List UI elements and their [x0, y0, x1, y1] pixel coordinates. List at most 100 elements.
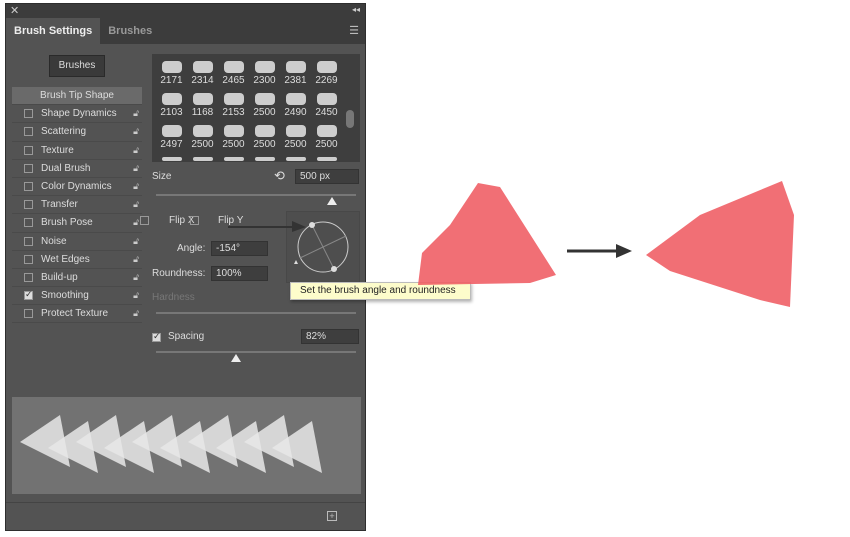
brush-preset[interactable]: 2450: [311, 89, 342, 120]
item-checkbox[interactable]: [24, 289, 33, 301]
brush-size: 2490: [284, 107, 307, 118]
lock-icon[interactable]: 🔓︎: [133, 199, 139, 210]
brush-preset[interactable]: 2500: [311, 121, 342, 152]
brush-preset[interactable]: 2500: [249, 89, 280, 120]
reset-size-icon[interactable]: ⟲: [274, 168, 285, 184]
settings-item[interactable]: Texture 🔓︎: [12, 142, 142, 160]
settings-item[interactable]: Brush Pose 🔓︎: [12, 214, 142, 233]
item-checkbox[interactable]: [24, 127, 33, 137]
settings-item[interactable]: Protect Texture 🔓︎: [12, 305, 142, 324]
lock-icon[interactable]: 🔓︎: [133, 272, 139, 283]
collapse-icon[interactable]: ◂◂: [352, 5, 360, 14]
brush-size: 2500: [315, 139, 338, 150]
brush-size: 2500: [222, 139, 245, 150]
item-label: Texture: [41, 144, 74, 156]
brush-size: 1168: [191, 107, 214, 118]
brush-preset[interactable]: 2171: [156, 57, 187, 88]
brush-preset[interactable]: 2500: [218, 121, 249, 152]
settings-item[interactable]: Color Dynamics 🔓︎: [12, 178, 142, 197]
flip-y-checkbox[interactable]: [190, 216, 199, 225]
item-checkbox[interactable]: [24, 145, 33, 155]
brush-preset[interactable]: 2500: [249, 121, 280, 152]
brush-preset[interactable]: 2490: [280, 89, 311, 120]
brush-preset[interactable]: [187, 153, 218, 162]
comparison-arrow: [567, 244, 632, 258]
item-label: Smoothing: [41, 290, 89, 302]
panel-footer: +: [6, 502, 365, 530]
brush-size: 2300: [253, 75, 276, 86]
settings-item[interactable]: Shape Dynamics 🔓︎: [12, 105, 142, 124]
item-checkbox[interactable]: [24, 182, 33, 192]
spacing-input[interactable]: 82%: [301, 329, 359, 344]
lock-icon[interactable]: 🔓︎: [133, 108, 139, 119]
brush-size: 2171: [160, 75, 183, 86]
brush-preset[interactable]: 2381: [280, 57, 311, 88]
brush-preset[interactable]: 2314: [187, 57, 218, 88]
brush-thumbnail: [192, 61, 213, 73]
brush-preset[interactable]: 1168: [187, 89, 218, 120]
lock-icon[interactable]: 🔓︎: [133, 181, 139, 192]
settings-item[interactable]: Smoothing 🔓︎: [12, 287, 142, 306]
spacing-slider-thumb[interactable]: [231, 354, 241, 362]
tab-brush-settings[interactable]: Brush Settings: [6, 18, 101, 44]
tab-brushes[interactable]: Brushes: [100, 18, 160, 44]
lock-icon[interactable]: 🔓︎: [133, 126, 139, 137]
panel-menu-icon[interactable]: ☰: [349, 24, 359, 37]
item-checkbox[interactable]: [24, 109, 33, 119]
item-label: Scattering: [41, 126, 87, 138]
brush-preset[interactable]: [311, 153, 342, 162]
brush-preset[interactable]: 2269: [311, 57, 342, 88]
item-checkbox[interactable]: [24, 254, 33, 264]
settings-item[interactable]: Dual Brush 🔓︎: [12, 160, 142, 178]
grid-scrollbar[interactable]: [346, 110, 354, 128]
hardness-slider: [156, 312, 356, 314]
item-checkbox[interactable]: [24, 272, 33, 282]
settings-item[interactable]: Transfer 🔓︎: [12, 196, 142, 215]
lock-icon[interactable]: 🔓︎: [133, 290, 139, 301]
item-checkbox[interactable]: [24, 218, 33, 228]
brush-preset[interactable]: [249, 153, 280, 162]
close-icon[interactable]: ✕: [10, 4, 19, 17]
brush-preset[interactable]: 2497: [156, 121, 187, 152]
size-slider[interactable]: [156, 194, 356, 196]
brush-preset[interactable]: [218, 153, 249, 162]
settings-item[interactable]: Build-up 🔓︎: [12, 269, 142, 288]
item-label: Noise: [41, 235, 67, 247]
item-label: Color Dynamics: [41, 181, 112, 193]
brush-size: 2269: [315, 75, 338, 86]
spacing-slider[interactable]: [156, 351, 356, 353]
size-input[interactable]: 500 px: [295, 169, 359, 184]
brush-preset[interactable]: 2465: [218, 57, 249, 88]
brushes-button[interactable]: Brushes: [49, 55, 105, 77]
spacing-checkbox[interactable]: [152, 331, 161, 342]
settings-item[interactable]: Scattering 🔓︎: [12, 123, 142, 142]
size-slider-thumb[interactable]: [327, 197, 337, 205]
lock-icon[interactable]: 🔓︎: [133, 145, 139, 156]
angle-label: Angle:: [177, 243, 206, 254]
lock-icon[interactable]: 🔓︎: [133, 254, 139, 265]
item-checkbox[interactable]: [24, 309, 33, 319]
brush-preset[interactable]: [156, 153, 187, 162]
brush-preset[interactable]: 2500: [280, 121, 311, 152]
brush-preset[interactable]: [280, 153, 311, 162]
brush-preset[interactable]: 2500: [187, 121, 218, 152]
angle-input[interactable]: -154°: [211, 241, 268, 256]
lock-icon[interactable]: 🔓︎: [133, 236, 139, 247]
settings-item[interactable]: Wet Edges 🔓︎: [12, 251, 142, 269]
item-checkbox[interactable]: [24, 236, 33, 246]
stroke-preview: [12, 397, 361, 494]
item-checkbox[interactable]: [24, 163, 33, 173]
brush-preset[interactable]: 2300: [249, 57, 280, 88]
lock-icon[interactable]: 🔓︎: [133, 163, 139, 174]
brush-preset[interactable]: 2153: [218, 89, 249, 120]
create-new-brush-icon[interactable]: +: [327, 511, 337, 521]
settings-item[interactable]: Brush Tip Shape: [12, 87, 142, 106]
item-checkbox[interactable]: [24, 200, 33, 210]
size-label: Size: [152, 171, 172, 182]
lock-icon[interactable]: 🔓︎: [133, 217, 139, 228]
settings-item[interactable]: Noise 🔓︎: [12, 233, 142, 251]
roundness-input[interactable]: 100%: [211, 266, 268, 281]
brush-preset[interactable]: 2103: [156, 89, 187, 120]
flip-x-checkbox[interactable]: [140, 216, 149, 225]
lock-icon[interactable]: 🔓︎: [133, 308, 139, 319]
